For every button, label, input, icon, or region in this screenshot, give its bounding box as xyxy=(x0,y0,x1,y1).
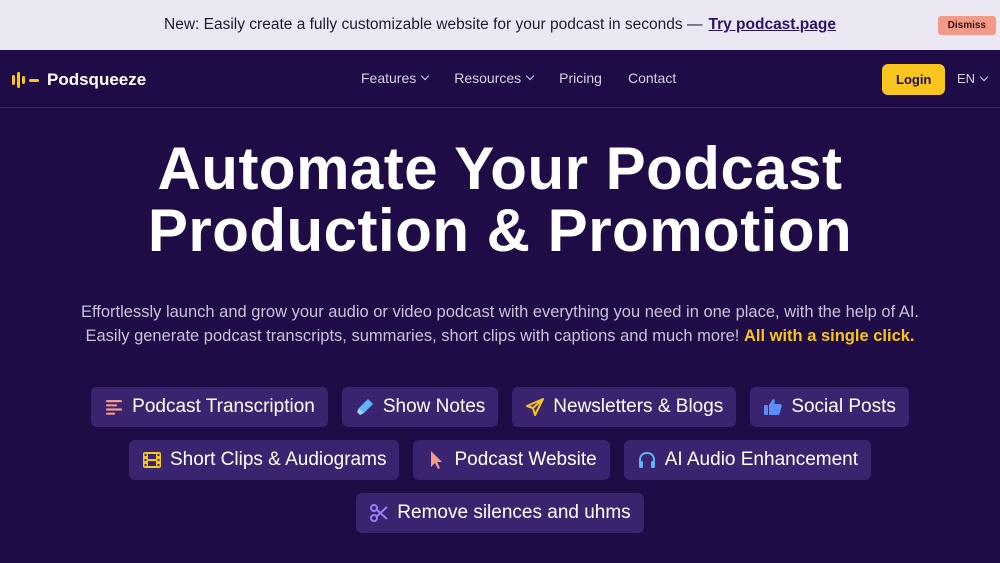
cursor-icon xyxy=(426,450,446,470)
subtitle-line-1: Effortlessly launch and grow your audio … xyxy=(80,303,920,321)
feature-label: Newsletters & Blogs xyxy=(553,396,724,417)
highlighter-icon xyxy=(355,397,375,417)
nav-item-resources[interactable]: Resources xyxy=(454,70,535,86)
feature-label: Show Notes xyxy=(382,396,486,417)
feature-short-clips-audiograms[interactable]: Short Clips & Audiograms xyxy=(128,440,400,480)
feature-chips: Podcast Transcription Show Notes Newslet… xyxy=(0,387,1000,546)
title-line-2: Production & Promotion xyxy=(147,197,853,264)
feature-show-notes[interactable]: Show Notes xyxy=(341,387,499,427)
subtitle-highlight: All with a single click. xyxy=(743,327,915,345)
feature-label: Podcast Transcription xyxy=(132,396,315,417)
feature-label: Podcast Website xyxy=(454,449,597,470)
nav-item-contact[interactable]: Contact xyxy=(628,70,676,86)
title-line-1: Automate Your Podcast xyxy=(157,135,843,202)
list-lines-icon xyxy=(104,397,124,417)
nav-item-label: Resources xyxy=(454,70,522,86)
nav-item-pricing[interactable]: Pricing xyxy=(559,70,602,86)
paper-plane-icon xyxy=(525,397,545,417)
logo-text: Podsqueeze xyxy=(47,70,147,89)
dismiss-button[interactable]: Dismiss xyxy=(937,16,996,35)
nav-item-label: Features xyxy=(361,70,417,86)
nav-links: Features Resources Pricing Contact xyxy=(361,70,676,86)
nav-item-features[interactable]: Features xyxy=(361,70,430,86)
feature-podcast-transcription[interactable]: Podcast Transcription xyxy=(91,387,328,427)
login-button[interactable]: Login xyxy=(882,64,946,95)
nav-item-label: Contact xyxy=(627,70,677,86)
language-label: EN xyxy=(957,71,976,86)
feature-label: AI Audio Enhancement xyxy=(664,449,859,470)
logo-icon xyxy=(12,72,39,88)
chevron-down-icon xyxy=(421,71,430,81)
try-podcast-page-link[interactable]: Try podcast.page xyxy=(708,16,835,34)
feature-label: Remove silences and uhms xyxy=(397,502,631,523)
headphones-icon xyxy=(637,450,657,470)
hero-subtitle: Effortlessly launch and grow your audio … xyxy=(60,300,940,348)
film-icon xyxy=(142,450,162,470)
chevron-down-icon xyxy=(525,71,535,81)
feature-podcast-website[interactable]: Podcast Website xyxy=(413,440,610,480)
language-selector[interactable]: EN xyxy=(957,71,989,86)
subtitle-line-2: Easily generate podcast transcripts, sum… xyxy=(85,327,740,345)
top-nav: Podsqueeze Features Resources Pricing Co… xyxy=(0,50,1000,108)
feature-ai-audio-enhancement[interactable]: AI Audio Enhancement xyxy=(623,440,872,480)
nav-item-label: Pricing xyxy=(559,70,602,86)
chevron-down-icon xyxy=(979,72,989,81)
announcement-banner: New: Easily create a fully customizable … xyxy=(0,0,1000,50)
scissors-icon xyxy=(369,503,389,523)
feature-label: Social Posts xyxy=(791,396,896,417)
feature-social-posts[interactable]: Social Posts xyxy=(750,387,909,427)
page-title: Automate Your Podcast Production & Promo… xyxy=(0,138,1000,262)
logo[interactable]: Podsqueeze xyxy=(12,70,146,90)
feature-newsletters-blogs[interactable]: Newsletters & Blogs xyxy=(512,387,737,427)
thumbs-up-icon xyxy=(763,397,783,417)
feature-label: Short Clips & Audiograms xyxy=(169,449,387,470)
banner-text: New: Easily create a fully customizable … xyxy=(164,16,703,33)
feature-remove-silences[interactable]: Remove silences and uhms xyxy=(356,493,644,533)
